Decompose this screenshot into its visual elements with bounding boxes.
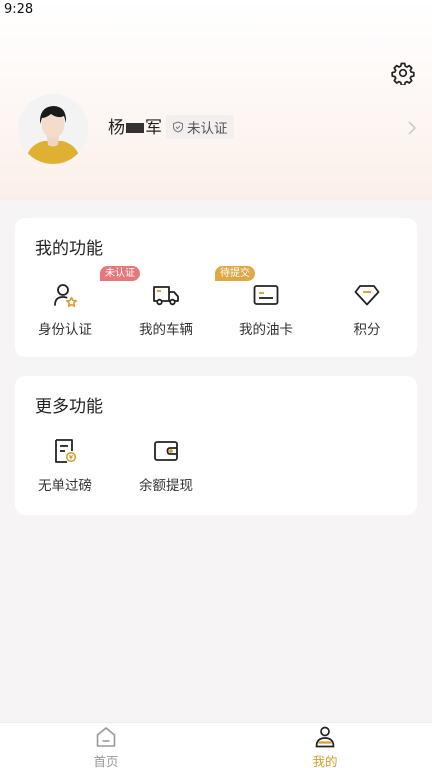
- func-my-vehicle[interactable]: 待提交 我的车辆: [116, 266, 255, 338]
- username-first: 杨: [108, 118, 125, 138]
- func-my-fuel-card[interactable]: 我的油卡: [216, 280, 316, 338]
- unverified-tag: 未认证: [100, 266, 140, 281]
- receipt-icon: [55, 439, 77, 463]
- func-identity-verification[interactable]: 未认证 身份认证: [15, 266, 140, 338]
- pending-submit-tag: 待提交: [215, 266, 255, 281]
- tab-mine[interactable]: 我的: [285, 725, 365, 768]
- username-last: 军: [145, 118, 162, 138]
- tab-mine-label: 我的: [312, 754, 338, 768]
- shield-icon: [173, 121, 183, 133]
- func-balance-withdraw[interactable]: 余额提现: [116, 436, 216, 494]
- tab-home[interactable]: 首页: [66, 725, 146, 768]
- settings-button[interactable]: [390, 60, 416, 86]
- func-label: 我的车辆: [139, 322, 193, 338]
- username: 杨军: [108, 117, 162, 139]
- func-label: 积分: [353, 322, 381, 338]
- status-time: 9:28: [4, 2, 34, 17]
- my-functions-card: 我的功能 未认证 身份认证 待提交 我的车辆 我的油卡 积分: [15, 218, 417, 357]
- func-label: 余额提现: [139, 478, 193, 494]
- avatar[interactable]: [18, 94, 88, 164]
- diamond-icon: [354, 285, 380, 306]
- home-icon: [96, 727, 116, 747]
- more-functions-card: 更多功能 无单过磅 余额提现: [15, 376, 417, 515]
- verify-status-label: 未认证: [187, 121, 228, 137]
- chevron-right-icon: [408, 121, 416, 135]
- func-label: 我的油卡: [239, 322, 293, 338]
- card-icon: [253, 285, 279, 305]
- avatar-image: [18, 94, 88, 164]
- more-functions-title: 更多功能: [35, 397, 103, 417]
- func-label: 身份认证: [38, 322, 92, 338]
- tab-bar: 首页 我的: [0, 722, 432, 768]
- truck-icon: [153, 286, 179, 306]
- wallet-icon: [154, 441, 178, 461]
- verify-status-badge: 未认证: [166, 115, 234, 139]
- gear-icon: [391, 62, 415, 85]
- person-star-icon: [54, 284, 77, 307]
- status-bar: 9:28: [0, 0, 432, 22]
- profile-section[interactable]: 杨军 未认证: [18, 94, 418, 164]
- func-points[interactable]: 积分: [317, 280, 417, 338]
- my-functions-title: 我的功能: [35, 239, 103, 259]
- name-mask: [126, 123, 144, 133]
- func-no-order-weighing[interactable]: 无单过磅: [15, 436, 115, 494]
- func-label: 无单过磅: [38, 478, 92, 494]
- user-icon: [315, 726, 335, 748]
- tab-home-label: 首页: [93, 754, 119, 768]
